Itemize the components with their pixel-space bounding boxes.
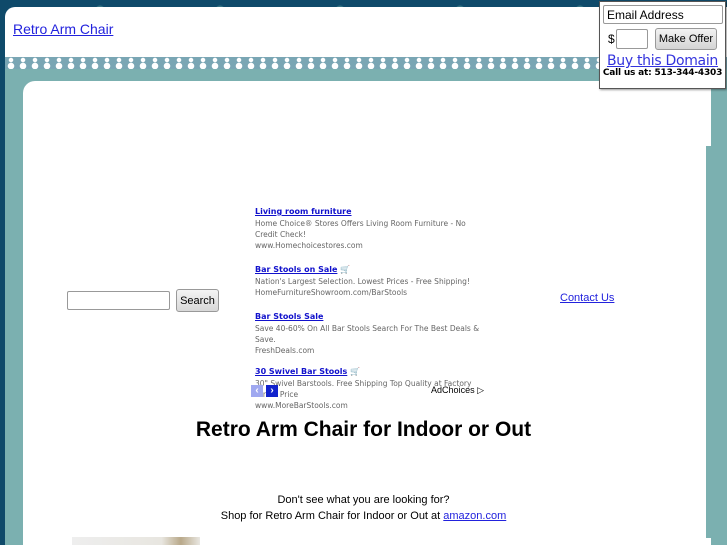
adchoices-link[interactable]: AdChoices ▷ [431,385,484,396]
email-field[interactable] [603,5,723,24]
ad-description: Home Choice® Stores Offers Living Room F… [255,219,466,239]
offer-amount-field[interactable] [616,29,648,49]
ad-url[interactable]: HomeFurnitureShowroom.com/BarStools [255,287,490,298]
site-title-link[interactable]: Retro Arm Chair [13,21,113,37]
ad-description: Nation's Largest Selection. Lowest Price… [255,277,470,286]
currency-label: $ [608,32,615,46]
shopping-cart-icon: 🛒 [350,367,361,376]
page-title: Retro Arm Chair for Indoor or Out [195,418,532,441]
ad-title-link[interactable]: Living room furniture [255,206,352,218]
domain-offer-box: $ Make Offer Buy this Domain Call us at:… [599,1,726,89]
ad-item: Bar Stools on Sale 🛒 Nation's Largest Sel… [255,257,490,298]
chevron-right-icon[interactable]: › [266,385,278,397]
notice-line-2: Shop for Retro Arm Chair for Indoor or O… [0,508,727,524]
ad-item: Bar Stools Sale Save 40-60% On All Bar S… [255,304,490,356]
amazon-link[interactable]: amazon.com [443,510,506,522]
right-border [706,146,711,538]
ad-title-link[interactable]: Bar Stools on Sale [255,264,337,276]
amazon-notice: Don't see what you are looking for? Shop… [0,492,727,524]
ad-title-link[interactable]: Bar Stools Sale [255,311,323,323]
contact-us-link[interactable]: Contact Us [560,292,614,304]
product-image[interactable] [72,537,200,545]
ad-item: Living room furniture Home Choice® Store… [255,199,490,251]
make-offer-button[interactable]: Make Offer [655,28,717,50]
buy-domain-link[interactable]: Buy this Domain [600,53,725,69]
ad-url[interactable]: FreshDeals.com [255,345,490,356]
search-button[interactable]: Search [176,289,219,312]
shopping-cart-icon: 🛒 [340,265,351,274]
search-input[interactable] [67,291,170,310]
call-us-text: Call us at: 513-344-4303 [602,68,723,78]
notice-line-1: Don't see what you are looking for? [277,494,450,506]
notice-text: Shop for Retro Arm Chair for Indoor or O… [220,510,444,522]
ad-url[interactable]: www.MoreBarStools.com [255,400,490,411]
chevron-left-icon[interactable]: ‹ [251,385,263,397]
ad-description: Save 40-60% On All Bar Stools Search For… [255,324,480,344]
ad-url[interactable]: www.Homechoicestores.com [255,240,490,251]
ad-title-link[interactable]: 30 Swivel Bar Stools [255,366,347,378]
ad-navigation: ‹ › AdChoices ▷ [251,385,486,398]
